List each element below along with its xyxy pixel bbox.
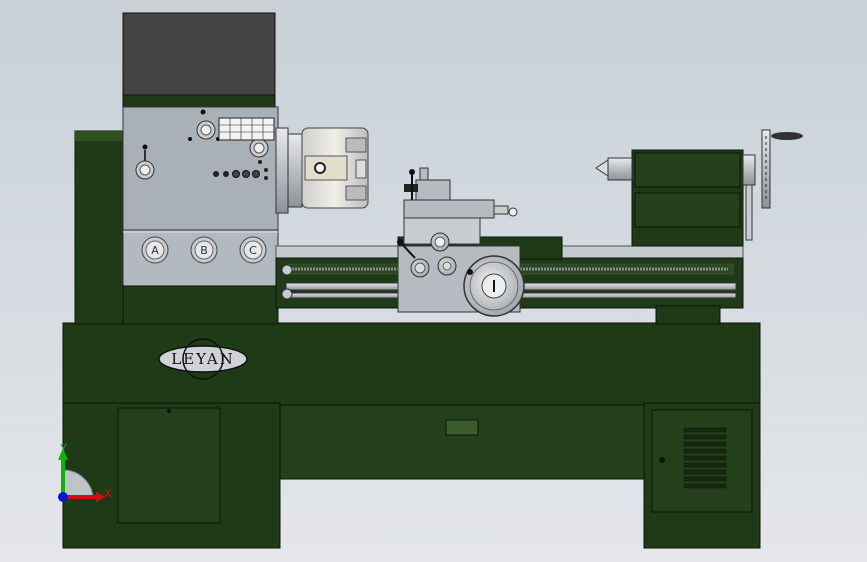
vent-grille [683,427,727,489]
gearbox-dial-b[interactable]: B [190,236,218,264]
tool-post [415,179,451,201]
motor-housing-top [75,131,125,141]
cad-viewport[interactable]: LEYAN A B C Y X [0,0,867,562]
y-axis-label: Y [59,442,67,455]
gearbox-dial-a[interactable]: A [141,236,169,264]
motor-housing [74,130,126,325]
headstock: A B C [122,12,279,325]
dial-b-label: B [200,244,208,257]
gearbox-dial-c[interactable]: C [239,236,267,264]
dial-c-label: C [249,244,257,257]
tailstock-quill [607,157,633,181]
headstock-cover [122,12,276,106]
tailstock-handwheel[interactable] [761,129,803,209]
spindle-chuck [275,127,369,214]
brand-badge-text: LEYAN [171,350,235,368]
cross-slide [403,199,495,219]
lathe-model: LEYAN A B C Y X [58,12,803,549]
z-axis-marker [58,492,68,502]
tailstock [595,129,803,247]
speed-chart-plate [218,117,275,141]
dial-a-label: A [151,244,159,257]
carriage-handwheel[interactable] [463,255,525,317]
x-axis-label: X [104,487,112,500]
